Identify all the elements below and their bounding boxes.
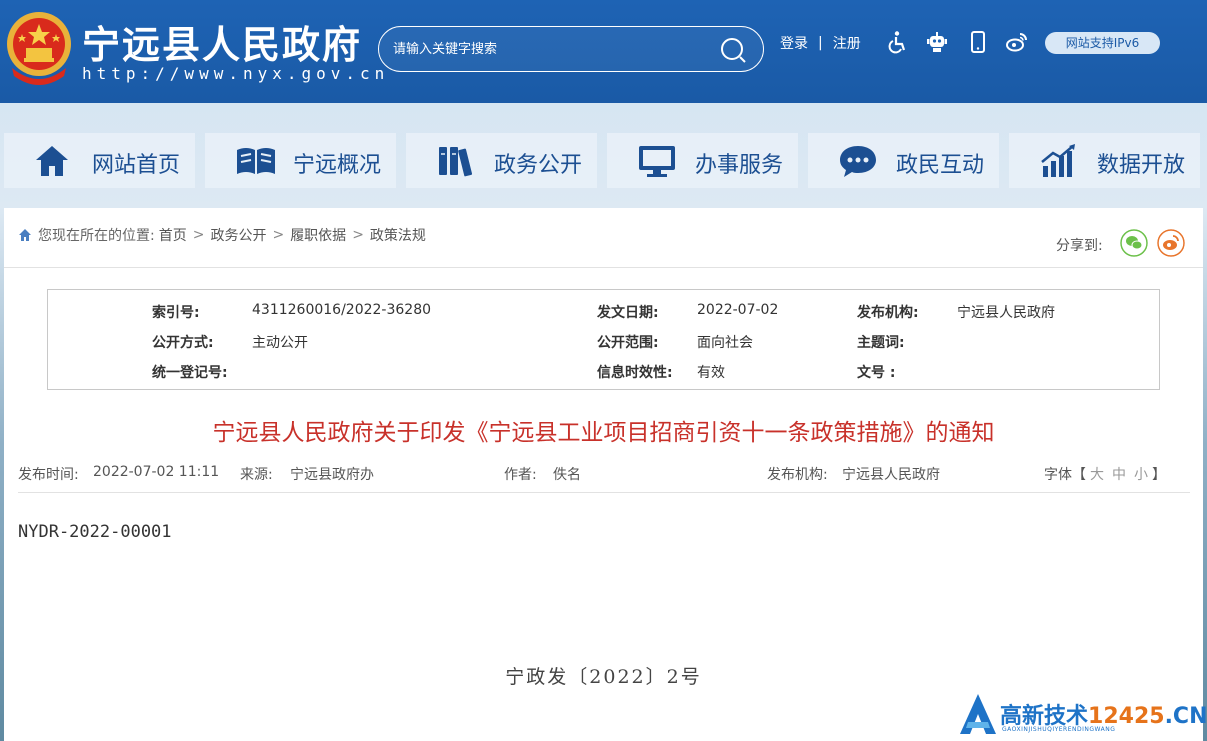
document-number: NYDR-2022-00001 [18,522,172,542]
national-emblem-icon [7,12,71,85]
accessibility-icon[interactable] [886,30,910,54]
font-large-button[interactable]: 大 [1090,467,1104,483]
site-url: http://www.nyx.gov.cn [82,64,390,83]
breadcrumb-arrow: > [192,227,205,243]
metadata-table: 索引号: 4311260016/2022-36280 发文日期: 2022-07… [47,289,1160,390]
nav-item-home[interactable]: 网站首页 [4,133,195,188]
publish-time-label: 发布时间: [18,467,79,483]
nav-label: 办事服务 [695,153,784,178]
monitor-icon [639,146,675,177]
search-box [378,26,764,72]
open-mode-label: 公开方式: [152,335,214,351]
document-wenhao: 宁政发〔2022〕2号 [505,666,702,688]
author-value: 佚名 [553,467,581,483]
share-label: 分享到: [1056,238,1103,254]
index-no-label: 索引号: [152,305,200,321]
source-value: 宁远县政府办 [290,467,374,483]
open-mode-value: 主动公开 [252,335,308,351]
validity-label: 信息时效性: [597,365,673,381]
reg-no-label: 统一登记号: [152,365,228,381]
publisher-value: 宁远县人民政府 [957,305,1055,321]
robot-icon[interactable] [925,30,949,54]
nav-item-services[interactable]: 办事服务 [607,133,798,188]
font-size-close: 】 [1152,467,1166,483]
search-input[interactable] [393,39,693,59]
watermark-tld: .CN [1164,704,1207,729]
mobile-icon[interactable] [966,30,990,54]
search-icon[interactable] [719,36,747,64]
watermark-subtitle: GAOXINJISHUQIYERENDINGWANG [1002,726,1116,733]
weibo-icon[interactable] [1005,30,1029,54]
nav-item-open-data[interactable]: 数据开放 [1009,133,1200,188]
nav-label: 宁远概况 [293,153,382,178]
font-size-label: 字体【 [1044,467,1086,483]
breadcrumb-arrow: > [272,227,285,243]
open-scope-label: 公开范围: [597,335,659,351]
weibo-share-icon[interactable] [1157,229,1185,257]
publish-time-value: 2022-07-02 11:11 [93,464,220,480]
link-separator: | [818,35,823,51]
register-link[interactable]: 注册 [833,33,861,53]
breadcrumb: 您现在所在的位置: 首页 > 政务公开 > 履职依据 > 政策法规 [18,225,426,245]
nav-label: 政民互动 [896,153,985,178]
chat-icon [840,146,876,177]
document-title: 宁远县人民政府关于印发《宁远县工业项目招商引资十一条政策措施》的通知 [212,420,995,446]
font-small-button[interactable]: 小 [1134,467,1148,483]
login-link[interactable]: 登录 [780,33,808,53]
publisher-label: 发布机构: [857,305,919,321]
books-icon [439,147,473,177]
nav-item-public-affairs[interactable]: 政务公开 [406,133,597,188]
home-icon [36,146,68,176]
author-label: 作者: [504,467,537,483]
source-label: 来源: [240,467,273,483]
breadcrumb-policy[interactable]: 政策法规 [370,225,426,245]
nav-label: 网站首页 [92,153,181,178]
nav-item-interaction[interactable]: 政民互动 [808,133,999,188]
chart-icon [1041,144,1075,177]
breadcrumb-prefix: 您现在所在的位置: [38,228,155,244]
nav-label: 数据开放 [1097,153,1186,178]
breadcrumb-home[interactable]: 首页 [159,225,187,245]
divider [18,492,1190,493]
open-scope-value: 面向社会 [697,335,753,351]
info-publisher-value: 宁远县人民政府 [842,467,940,483]
account-links: 登录 | 注册 [780,33,861,53]
content-panel: 您现在所在的位置: 首页 > 政务公开 > 履职依据 > 政策法规 分享到: 索… [4,208,1203,741]
divider [4,267,1203,268]
validity-value: 有效 [697,365,725,381]
breadcrumb-arrow: > [352,227,364,243]
issue-date-label: 发文日期: [597,305,659,321]
watermark-logo-icon [960,694,996,734]
info-publisher-label: 发布机构: [767,467,828,483]
font-medium-button[interactable]: 中 [1112,467,1126,483]
nav-item-overview[interactable]: 宁远概况 [205,133,396,188]
doc-no-label: 文号 : [857,365,896,381]
font-size-switcher: 字体【大中小】 [1044,464,1166,484]
index-no-value: 4311260016/2022-36280 [252,302,432,318]
ipv6-badge: 网站支持IPv6 [1045,32,1160,54]
subject-label: 主题词: [857,335,905,351]
home-icon [19,229,31,241]
nav-label: 政务公开 [494,153,583,178]
issue-date-value: 2022-07-02 [697,302,779,318]
watermark: 高新技术12425.CN GAOXINJISHUQIYERENDINGWANG [960,692,1207,738]
breadcrumb-duties[interactable]: 履职依据 [290,225,346,245]
site-title: 宁远县人民政府 [82,22,363,67]
book-icon [237,148,275,174]
breadcrumb-public-affairs[interactable]: 政务公开 [210,225,266,245]
site-header: 宁远县人民政府 http://www.nyx.gov.cn 登录 | 注册 [0,0,1207,103]
wechat-share-icon[interactable] [1120,229,1148,257]
